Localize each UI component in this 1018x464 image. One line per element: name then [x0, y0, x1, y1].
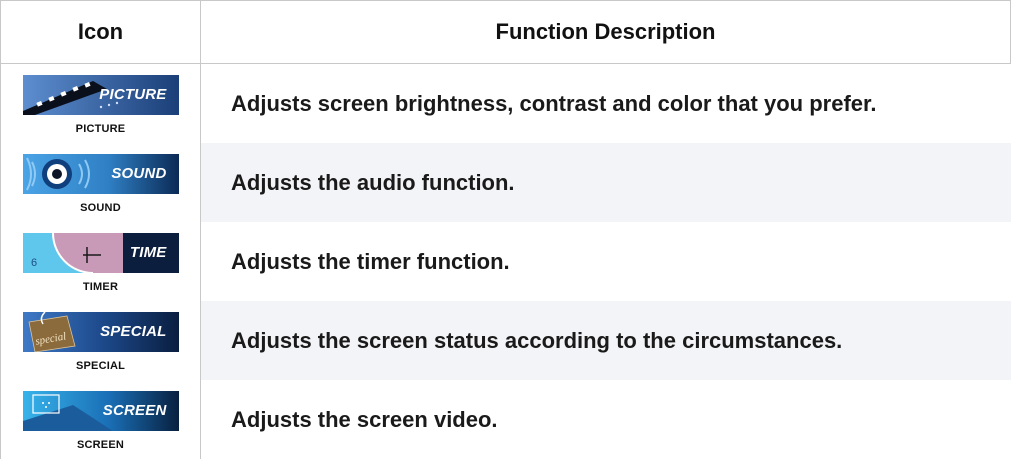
timer-tile-label: TIME	[129, 243, 167, 261]
table-row-sound: SOUND SOUND Adjusts the audio function.	[0, 143, 1011, 222]
screen-tile-label: SCREEN	[102, 401, 167, 419]
timer-dial-digit: 6	[31, 257, 37, 269]
timer-description: Adjusts the timer function.	[231, 248, 510, 274]
screen-menu-icon: SCREEN SCREEN	[22, 390, 179, 451]
picture-caption: PICTURE	[75, 122, 126, 135]
picture-tile: PICTURE	[22, 74, 179, 115]
timer-tile: 6 TIME	[22, 232, 179, 273]
special-caption: SPECIAL	[75, 359, 126, 372]
icon-cell: special SPECIAL SPECIAL	[0, 301, 201, 380]
icon-cell: SOUND SOUND	[0, 143, 201, 222]
picture-description: Adjusts screen brightness, contrast and …	[231, 90, 877, 116]
special-tile: special SPECIAL	[22, 311, 179, 352]
sound-caption: SOUND	[80, 201, 121, 214]
screen-description: Adjusts the screen video.	[231, 406, 498, 432]
sound-tile: SOUND	[22, 153, 179, 194]
timer-menu-icon: 6 TIME TIMER	[22, 232, 179, 293]
table-row-screen: SCREEN SCREEN Adjusts the screen video.	[0, 380, 1011, 459]
sound-tile-label: SOUND	[111, 164, 167, 182]
function-table: Icon Function Description PICTURE PICTUR…	[0, 0, 1011, 459]
picture-tile-label: PICTURE	[99, 85, 167, 103]
page: Icon Function Description PICTURE PICTUR…	[0, 0, 1018, 464]
table-row-picture: PICTURE PICTURE Adjusts screen brightnes…	[0, 63, 1011, 143]
table-header-row: Icon Function Description	[0, 0, 1011, 64]
timer-caption: TIMER	[82, 280, 119, 293]
screen-tile: SCREEN	[22, 390, 179, 431]
table-row-timer: 6 TIME TIMER Adjusts the timer function.	[0, 222, 1011, 301]
special-description: Adjusts the screen status according to t…	[200, 301, 1011, 380]
icon-column-header: Icon	[0, 0, 201, 64]
sound-description: Adjusts the audio function.	[200, 143, 1011, 222]
description-column-header: Function Description	[200, 0, 1011, 64]
icon-cell: SCREEN SCREEN	[0, 380, 201, 459]
special-tile-label: SPECIAL	[100, 322, 167, 340]
special-menu-icon: special SPECIAL SPECIAL	[22, 311, 179, 372]
picture-menu-icon: PICTURE PICTURE	[22, 74, 179, 135]
icon-cell: 6 TIME TIMER	[0, 222, 201, 301]
icon-cell: PICTURE PICTURE	[0, 63, 201, 143]
screen-caption: SCREEN	[76, 438, 125, 451]
sound-menu-icon: SOUND SOUND	[22, 153, 179, 214]
table-row-special: special SPECIAL SPECIAL Adjusts the scre…	[0, 301, 1011, 380]
